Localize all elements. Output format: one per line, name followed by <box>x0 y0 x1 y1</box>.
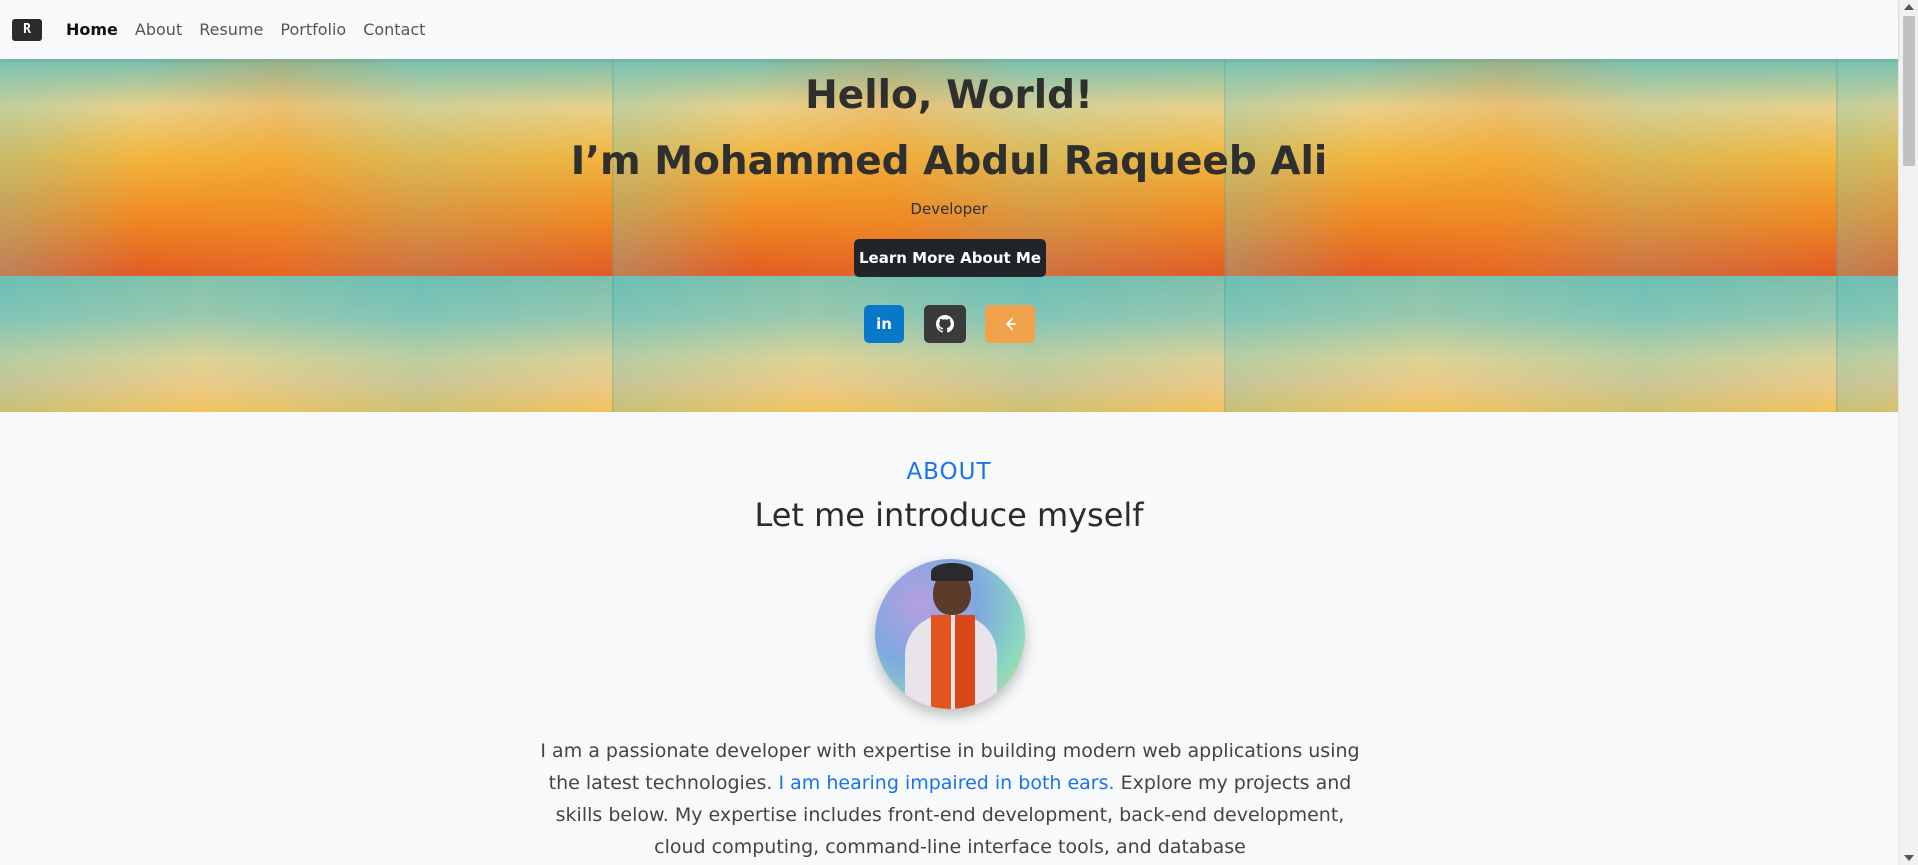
about-description: I am a passionate developer with experti… <box>530 735 1370 863</box>
linkedin-button[interactable]: in <box>864 305 904 343</box>
avatar-cap <box>931 563 973 581</box>
scroll-thumb[interactable] <box>1903 16 1915 166</box>
learn-more-button[interactable]: Learn More About Me <box>854 239 1046 277</box>
page-scrollbar[interactable] <box>1898 0 1918 865</box>
github-button[interactable] <box>924 305 966 343</box>
top-navbar: R Home About Resume Portfolio Contact <box>0 0 1898 59</box>
about-text-highlight: I am hearing impaired in both ears. <box>778 772 1115 794</box>
nav-item-portfolio[interactable]: Portfolio <box>280 20 346 39</box>
about-title: Let me introduce myself <box>754 496 1144 534</box>
linkedin-icon: in <box>876 315 892 333</box>
nav-links: Home About Resume Portfolio Contact <box>66 20 442 39</box>
nav-item-contact[interactable]: Contact <box>363 20 425 39</box>
hero-greeting: Hello, World! <box>805 73 1093 118</box>
hero-section: Hello, World! I’m Mohammed Abdul Raqueeb… <box>0 59 1898 412</box>
leetcode-icon <box>1005 317 1017 331</box>
nav-item-about[interactable]: About <box>135 20 182 39</box>
avatar <box>875 559 1025 709</box>
scroll-down-icon[interactable] <box>1904 855 1914 861</box>
scroll-up-icon[interactable] <box>1904 4 1914 10</box>
avatar-scarf <box>955 615 975 709</box>
avatar-body <box>905 615 997 709</box>
about-kicker: ABOUT <box>906 459 992 485</box>
leetcode-button[interactable] <box>985 305 1035 343</box>
brand-logo-icon[interactable]: R <box>12 18 42 41</box>
hero-role: Developer <box>910 200 988 218</box>
nav-item-resume[interactable]: Resume <box>199 20 263 39</box>
nav-item-home[interactable]: Home <box>66 20 118 39</box>
github-icon <box>936 315 954 333</box>
hero-name: I’m Mohammed Abdul Raqueeb Ali <box>570 139 1328 184</box>
avatar-scarf <box>931 615 951 709</box>
hero-content: Hello, World! I’m Mohammed Abdul Raqueeb… <box>0 59 1898 412</box>
